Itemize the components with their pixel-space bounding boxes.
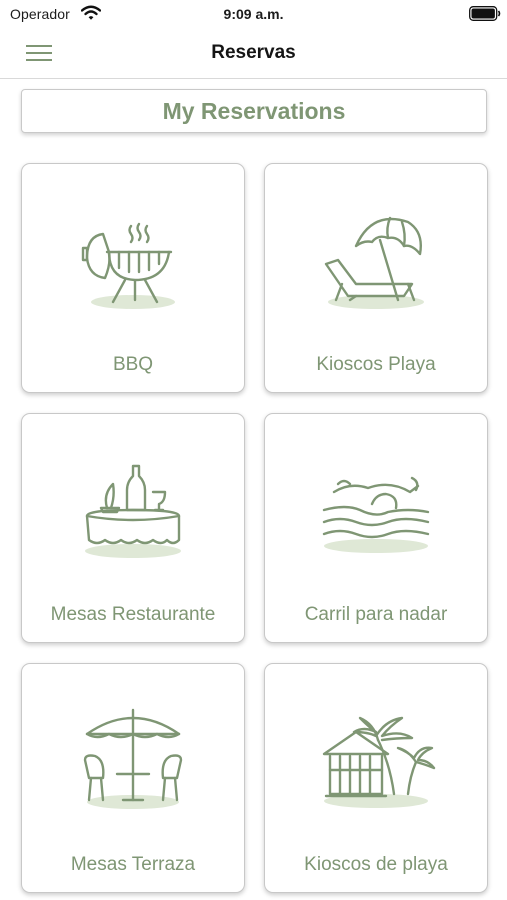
beach-hut-icon [322, 716, 436, 808]
navbar: Reservas [0, 28, 507, 79]
battery-icon [469, 6, 501, 21]
my-reservations-label: My Reservations [162, 98, 346, 124]
card-kioscos-playa[interactable]: Kioscos Playa [264, 163, 488, 393]
my-reservations-button[interactable]: My Reservations [21, 89, 487, 133]
beach-umbrella-icon [324, 216, 424, 309]
card-mesas-terraza[interactable]: Mesas Terraza [21, 663, 245, 893]
card-label: Carril para nadar [304, 604, 448, 625]
card-label: BBQ [112, 354, 154, 375]
card-mesas-restaurante[interactable]: Mesas Restaurante [21, 413, 245, 643]
card-label: Mesas Terraza [70, 854, 196, 875]
bbq-grill-icon [81, 222, 175, 309]
status-bar: Operador 9:09 a.m. [0, 0, 507, 28]
restaurant-table-icon [85, 464, 181, 558]
card-kioscos-de-playa[interactable]: Kioscos de playa [264, 663, 488, 893]
card-label: Mesas Restaurante [50, 604, 216, 625]
terrace-table-icon [83, 708, 183, 809]
status-time: 9:09 a.m. [223, 6, 284, 22]
card-bbq[interactable]: BBQ [21, 163, 245, 393]
card-label: Kioscos Playa [316, 354, 436, 375]
swimmer-icon [322, 476, 430, 553]
card-carril-para-nadar[interactable]: Carril para nadar [264, 413, 488, 643]
page-title: Reservas [211, 42, 296, 63]
card-label: Kioscos de playa [304, 854, 448, 875]
